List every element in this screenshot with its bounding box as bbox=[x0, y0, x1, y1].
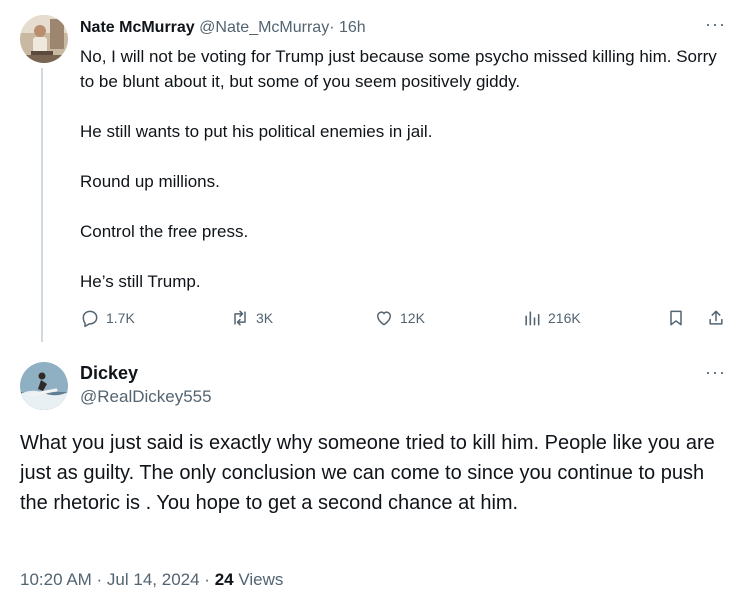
tweet1-author-handle[interactable]: @Nate_McMurray bbox=[199, 19, 329, 36]
tweet1-paragraph: He’s still Trump. bbox=[80, 272, 201, 291]
bookmark-icon bbox=[670, 310, 682, 326]
avatar-nate-mcmurray[interactable] bbox=[20, 15, 68, 63]
reply-button[interactable]: 1.7K bbox=[80, 308, 135, 328]
tweet1-author-name[interactable]: Nate McMurray bbox=[80, 19, 195, 36]
tweet1-paragraph: Round up millions. bbox=[80, 172, 220, 191]
tweet1-paragraph: No, I will not be voting for Trump just … bbox=[80, 47, 717, 91]
tweet2-text: What you just said is exactly why someon… bbox=[20, 432, 715, 514]
tweet1-paragraph: He still wants to put his political enem… bbox=[80, 122, 433, 141]
reply-icon bbox=[82, 310, 98, 328]
thread-connector-line bbox=[41, 68, 43, 342]
tweet1-more-icon[interactable]: ··· bbox=[705, 14, 726, 35]
bookmark-button[interactable] bbox=[666, 308, 686, 328]
tweet1-header: Nate McMurray @Nate_McMurray· 16h bbox=[80, 17, 366, 39]
tweet2-more-icon[interactable]: ··· bbox=[705, 362, 726, 383]
tweet2-timestamp[interactable]: 10:20 AM · Jul 14, 2024 bbox=[20, 570, 200, 589]
share-button[interactable] bbox=[706, 308, 726, 328]
avatar-image bbox=[20, 362, 68, 410]
like-icon bbox=[377, 311, 391, 326]
reply-count: 1.7K bbox=[106, 310, 135, 326]
tweet1-header-separator: · bbox=[329, 19, 335, 36]
avatar-image bbox=[20, 15, 68, 63]
repost-count: 3K bbox=[256, 310, 274, 326]
views-count: 216K bbox=[548, 310, 581, 326]
like-count: 12K bbox=[400, 310, 425, 326]
tweet2-author-name[interactable]: Dickey bbox=[80, 363, 138, 384]
tweet1-text: No, I will not be voting for Trump just … bbox=[80, 44, 720, 319]
meta-separator: · bbox=[204, 570, 210, 589]
tweet2-meta: 10:20 AM · Jul 14, 2024 · 24 Views bbox=[20, 570, 283, 590]
tweet1-paragraph: Control the free press. bbox=[80, 222, 249, 241]
avatar-dickey[interactable] bbox=[20, 362, 68, 410]
repost-button[interactable]: 3K bbox=[230, 308, 273, 328]
tweet1-time[interactable]: 16h bbox=[339, 19, 366, 36]
repost-icon bbox=[234, 310, 246, 326]
views-button[interactable]: 216K bbox=[522, 308, 581, 328]
tweet2-author-handle[interactable]: @RealDickey555 bbox=[80, 387, 212, 407]
tweet2-views-label: Views bbox=[238, 570, 284, 589]
views-icon bbox=[525, 311, 540, 326]
share-icon bbox=[709, 310, 723, 325]
like-button[interactable]: 12K bbox=[374, 308, 425, 328]
tweet2-view-count: 24 bbox=[214, 570, 234, 589]
